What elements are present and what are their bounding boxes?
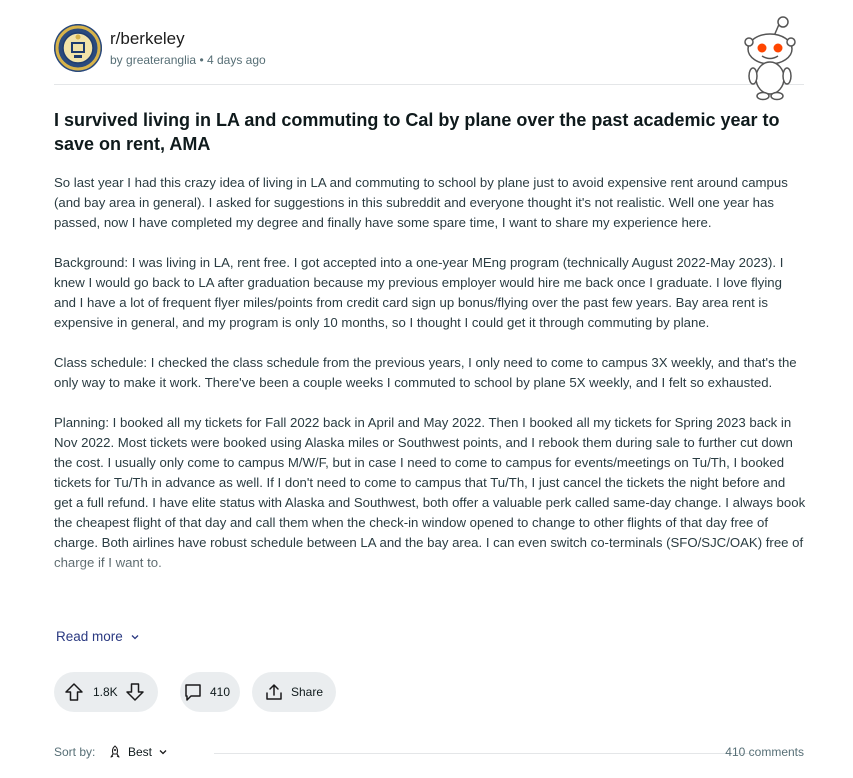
byline-separator: •	[199, 53, 204, 67]
comment-count: 410	[210, 685, 231, 699]
read-more-link[interactable]: Read more	[56, 629, 140, 644]
chevron-down-icon	[159, 750, 167, 755]
downvote-arrow-icon[interactable]	[124, 681, 146, 703]
snoo-mascot-icon	[740, 14, 802, 102]
post-body: So last year I had this crazy idea of li…	[54, 173, 806, 617]
post-age: 4 days ago	[206, 53, 266, 67]
sort-divider	[214, 753, 754, 754]
author-prefix: by	[110, 53, 123, 67]
vote-count: 1.8K	[93, 685, 118, 699]
comment-sort-bar: Sort by: Best 410 comments	[54, 745, 804, 763]
post-paragraph: So last year I had this crazy idea of li…	[54, 175, 788, 230]
post-paragraph: Background: I was living in LA, rent fre…	[54, 255, 784, 330]
author-name[interactable]: greateranglia	[126, 53, 196, 67]
share-button[interactable]: Share	[252, 672, 336, 712]
post-paragraph: Class schedule: I checked the class sche…	[54, 355, 797, 390]
share-label: Share	[291, 685, 324, 699]
read-more-label: Read more	[56, 629, 123, 644]
chevron-down-icon	[131, 635, 139, 640]
upvote-arrow-icon[interactable]	[63, 681, 85, 703]
vote-controls: 1.8K	[54, 672, 158, 712]
body-fade-overlay	[54, 547, 806, 617]
post-header: r/berkeley by greateranglia • 4 days ago	[54, 24, 804, 85]
sort-label: Sort by:	[54, 745, 96, 759]
post-byline: by greateranglia • 4 days ago	[110, 53, 266, 67]
post-title[interactable]: I survived living in LA and commuting to…	[54, 108, 794, 156]
sort-value: Best	[128, 745, 153, 759]
sort-dropdown[interactable]: Best	[108, 745, 168, 759]
comments-button[interactable]: 410	[180, 672, 240, 712]
subreddit-seal-icon[interactable]	[54, 24, 102, 72]
total-comments: 410 comments	[725, 745, 804, 759]
rocket-icon	[110, 745, 120, 758]
subreddit-name[interactable]: r/berkeley	[110, 29, 185, 49]
comment-bubble-icon	[182, 681, 204, 703]
share-icon	[264, 682, 284, 702]
